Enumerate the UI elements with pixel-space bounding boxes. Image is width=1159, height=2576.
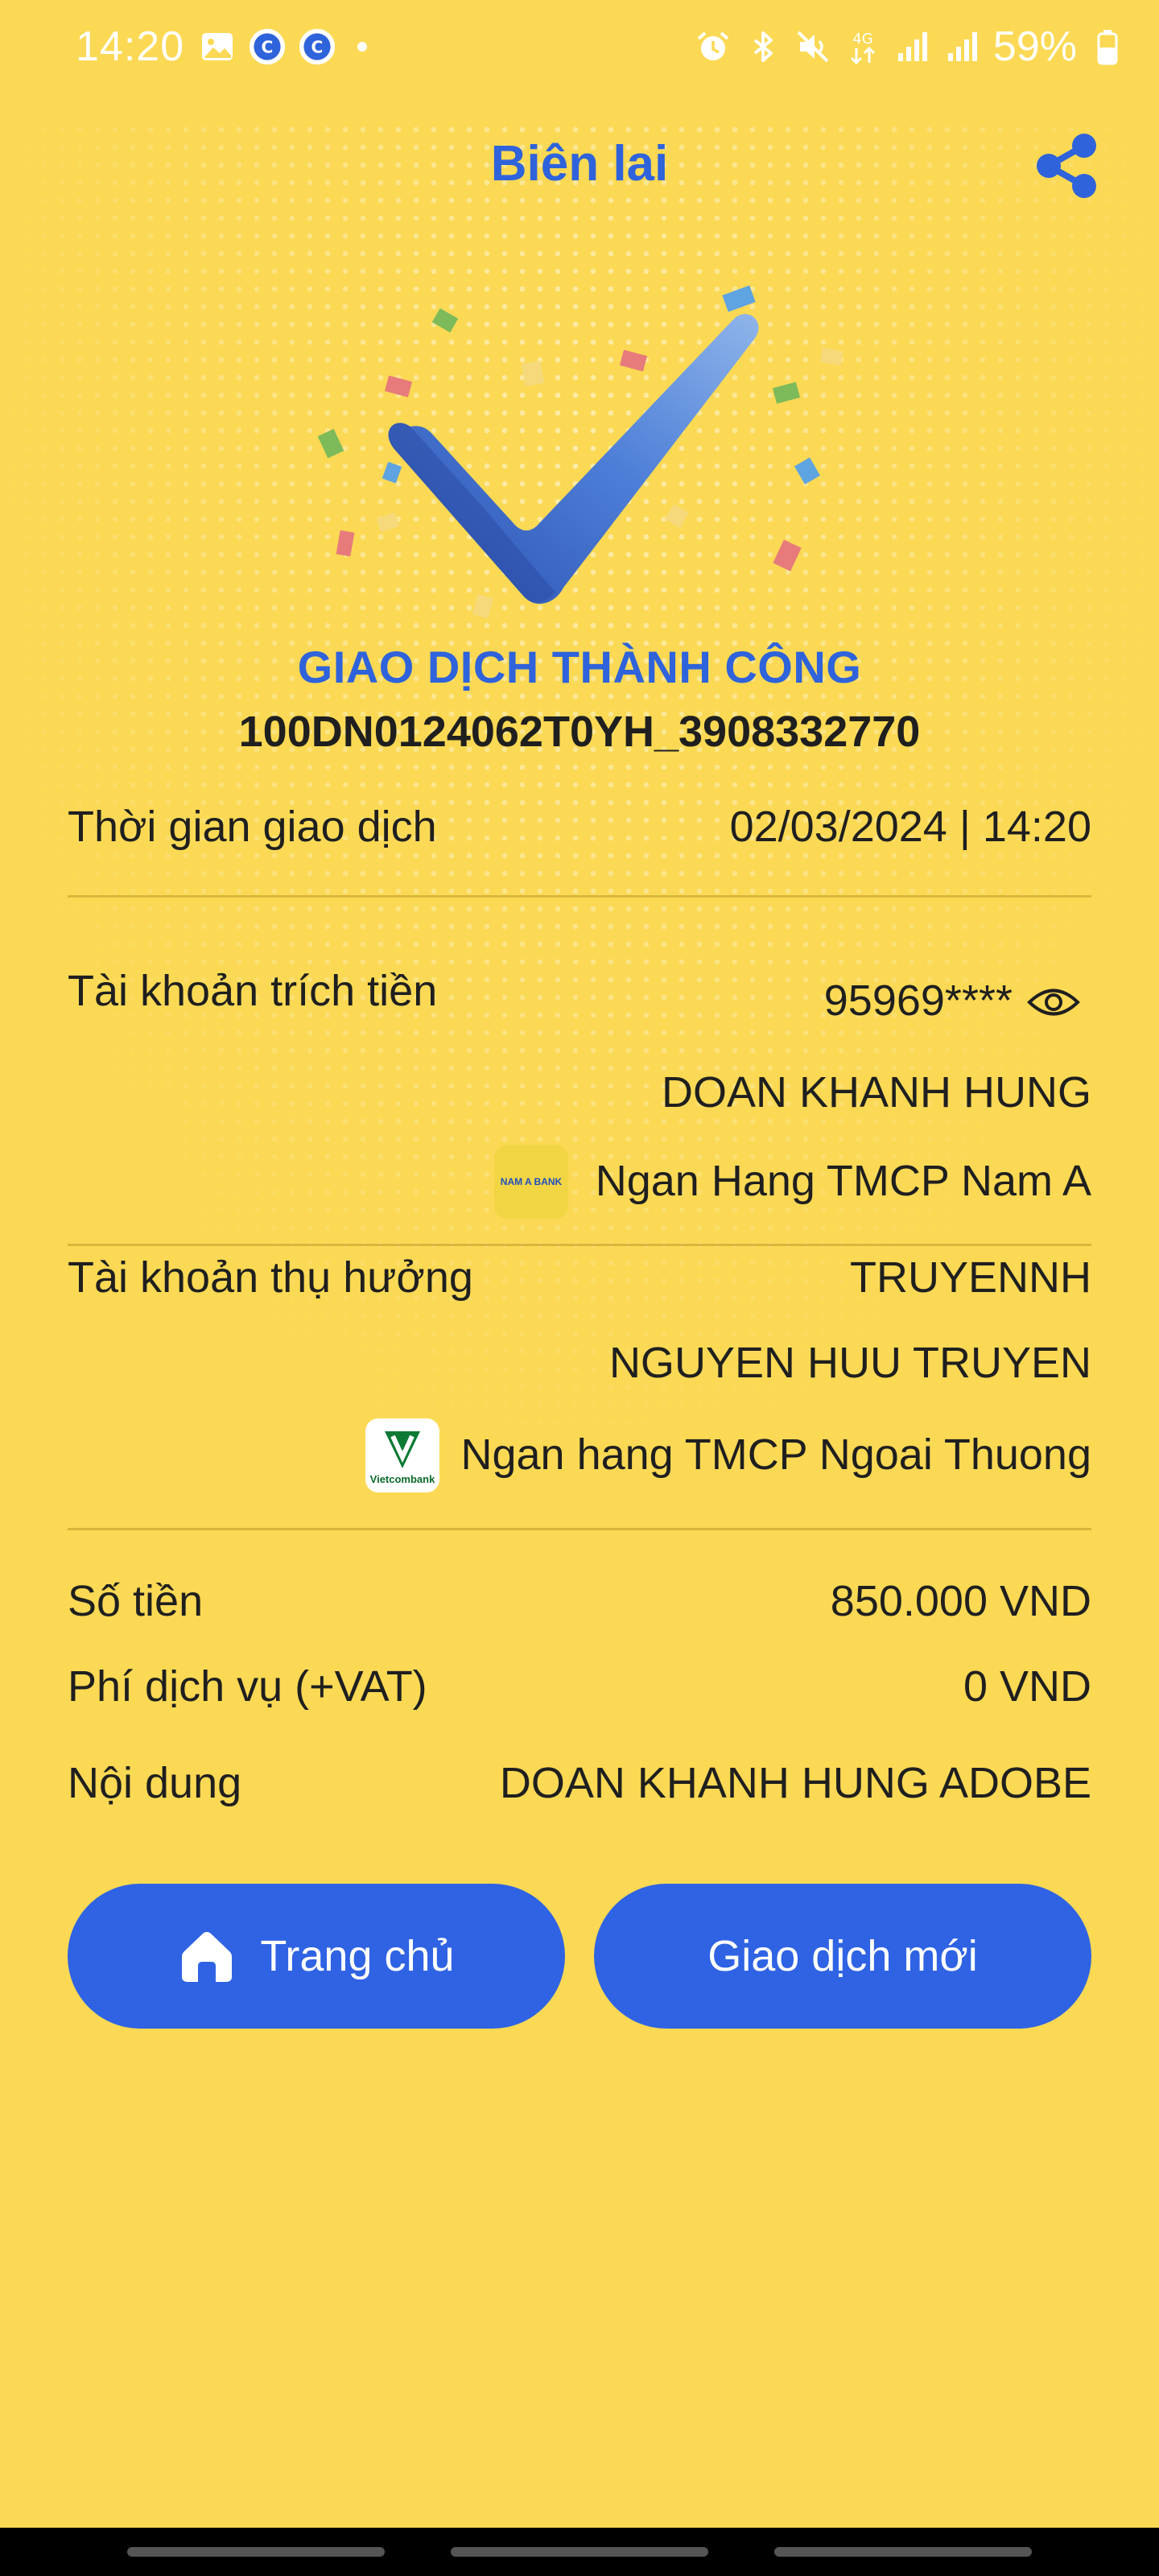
divider: [68, 895, 1091, 898]
time-value: 02/03/2024 | 14:20: [729, 803, 1091, 851]
battery-icon: [1088, 27, 1127, 66]
dest-account-label: Tài khoản thụ hưởng: [68, 1253, 473, 1302]
4g-icon: 4G: [843, 27, 882, 66]
time-label: Thời gian giao dịch: [68, 803, 437, 851]
app-c-icon: C: [248, 27, 287, 66]
svg-text:C: C: [262, 37, 274, 56]
content-label: Nội dung: [68, 1759, 242, 1807]
dest-account-id: TRUYENNH: [849, 1253, 1091, 1302]
vietcombank-logo-text: Vietcombank: [369, 1472, 435, 1485]
signal-icon: [943, 27, 982, 66]
transaction-status: GIAO DỊCH THÀNH CÔNG: [297, 642, 862, 692]
home-button-label: Trang chủ: [260, 1932, 455, 1980]
nam-a-bank-logo: NAM A BANK: [494, 1145, 568, 1219]
amount-row: Số tiền 850.000 VND: [68, 1576, 1091, 1633]
status-time: 14:20: [76, 23, 185, 70]
new-transaction-button[interactable]: Giao dịch mới: [594, 1884, 1091, 2029]
amount-label: Số tiền: [68, 1577, 204, 1625]
transaction-id: 100DN0124062T0YH_3908332770: [238, 708, 921, 756]
success-check-icon: [317, 285, 843, 619]
status-bar: 14:20 C C 4G 59%: [0, 0, 1159, 97]
share-icon: [1037, 134, 1096, 198]
content-value: DOAN KHANH HUNG ADOBE: [499, 1759, 1091, 1807]
amount-value: 850.000 VND: [830, 1577, 1091, 1625]
page-title: Biên lai: [490, 136, 669, 192]
nav-home-button[interactable]: [451, 2547, 708, 2557]
home-icon: [182, 1932, 233, 1982]
gallery-icon: [198, 27, 237, 66]
vietcombank-logo: Vietcombank: [365, 1418, 439, 1492]
nav-back-button[interactable]: [774, 2547, 1032, 2557]
home-button[interactable]: Trang chủ: [68, 1884, 565, 2029]
fee-row: Phí dịch vụ (+VAT) 0 VND: [68, 1662, 1091, 1718]
source-account-name: DOAN KHANH HUNG: [661, 1068, 1091, 1117]
status-left-icons: C C: [198, 27, 367, 66]
content-row: Nội dung DOAN KHANH HUNG ADOBE: [68, 1758, 1091, 1814]
mute-icon: [794, 27, 832, 66]
status-right-icons: 4G 59%: [694, 23, 1127, 71]
svg-text:C: C: [311, 37, 324, 56]
nav-recents-button[interactable]: [127, 2547, 385, 2557]
signal-icon: [893, 27, 932, 66]
share-button[interactable]: [1029, 127, 1106, 204]
fee-value: 0 VND: [963, 1662, 1091, 1711]
success-illustration: [290, 266, 869, 644]
time-row: Thời gian giao dịch 02/03/2024 | 14:20: [68, 802, 1091, 858]
system-nav-bar: [0, 2528, 1159, 2576]
eye-icon[interactable]: [1027, 984, 1080, 1021]
dest-account-section: Tài khoản thụ hưởng TRUYENNH NGUYEN HUU …: [68, 1253, 1091, 1494]
new-transaction-label: Giao dịch mới: [707, 1932, 978, 1980]
app-c-icon: C: [298, 27, 336, 66]
divider: [68, 1528, 1091, 1530]
nam-a-bank-logo-text: NAM A BANK: [500, 1176, 563, 1187]
dest-bank-name: Ngan hang TMCP Ngoai Thuong: [460, 1430, 1091, 1479]
divider: [68, 1244, 1091, 1246]
source-account-section: Tài khoản trích tiền 95969**** DOAN KHAN…: [68, 966, 1091, 1219]
vietcombank-emblem-icon: [385, 1430, 420, 1468]
notification-dot-icon: [357, 42, 367, 52]
svg-text:4G: 4G: [852, 31, 872, 47]
fee-label: Phí dịch vụ (+VAT): [68, 1662, 427, 1711]
dest-account-name: NGUYEN HUU TRUYEN: [608, 1339, 1091, 1387]
bluetooth-icon: [744, 27, 782, 66]
alarm-icon: [694, 27, 732, 66]
source-account-number: 95969****: [823, 976, 1013, 1025]
source-account-label: Tài khoản trích tiền: [68, 967, 438, 1015]
battery-percent: 59%: [992, 23, 1077, 70]
source-bank-name: Ngan Hang TMCP Nam A: [595, 1157, 1091, 1205]
